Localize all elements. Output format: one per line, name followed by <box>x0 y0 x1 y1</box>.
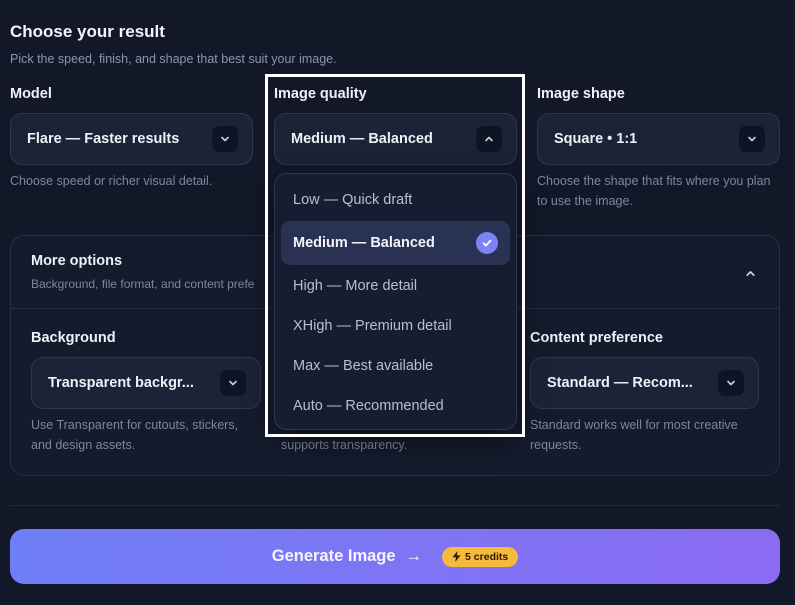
quality-label: Image quality <box>274 86 367 102</box>
model-label: Model <box>10 86 52 102</box>
arrow-right-icon: → <box>405 547 423 565</box>
credits-badge: 5 credits <box>442 546 519 567</box>
content-preference-value: Standard — Recom... <box>547 375 693 391</box>
more-options-subtitle: Background, file format, and content pre… <box>31 277 255 291</box>
chevron-down-icon <box>220 370 246 396</box>
quality-option-medium[interactable]: Medium — Balanced <box>281 221 510 265</box>
lightning-icon <box>452 551 461 562</box>
shape-select[interactable]: Square • 1:1 <box>537 113 780 165</box>
quality-option-low[interactable]: Low — Quick draft <box>281 180 510 220</box>
quality-option-auto[interactable]: Auto — Recommended <box>281 386 510 426</box>
content-preference-help-line2: requests. <box>530 438 582 452</box>
file-format-help-fragment: supports transparency. <box>281 438 408 452</box>
bottom-divider <box>10 505 780 506</box>
quality-option-high[interactable]: High — More detail <box>281 266 510 306</box>
more-options-title: More options <box>31 253 123 269</box>
content-preference-help-line1: Standard works well for most creative <box>530 418 738 432</box>
chevron-down-icon <box>739 126 765 152</box>
shape-help-line1: Choose the shape that fits where you pla… <box>537 174 771 188</box>
quality-option-xhigh[interactable]: XHigh — Premium detail <box>281 306 510 346</box>
chevron-up-icon <box>476 126 502 152</box>
quality-value: Medium — Balanced <box>291 131 433 147</box>
generate-image-label: Generate Image <box>271 547 396 565</box>
background-help-line1: Use Transparent for cutouts, stickers, <box>31 418 239 432</box>
chevron-down-icon <box>718 370 744 396</box>
quality-select[interactable]: Medium — Balanced <box>274 113 517 165</box>
background-help-line2: and design assets. <box>31 438 136 452</box>
generate-image-button[interactable]: Generate Image → 5 credits <box>10 529 780 584</box>
check-icon <box>476 232 498 254</box>
content-preference-label: Content preference <box>530 330 663 346</box>
background-label: Background <box>31 330 116 346</box>
shape-help-line2: to use the image. <box>537 194 633 208</box>
page-title: Choose your result <box>10 22 165 41</box>
collapse-chevron-up-icon[interactable] <box>740 263 760 283</box>
background-select[interactable]: Transparent backgr... <box>31 357 261 409</box>
chevron-down-icon <box>212 126 238 152</box>
quality-dropdown-menu: Low — Quick draft Medium — Balanced High… <box>274 173 517 430</box>
model-value: Flare — Faster results <box>27 131 180 147</box>
model-help: Choose speed or richer visual detail. <box>10 174 213 188</box>
credits-label: 5 credits <box>465 550 509 563</box>
model-select[interactable]: Flare — Faster results <box>10 113 253 165</box>
page-subtitle: Pick the speed, finish, and shape that b… <box>10 52 337 66</box>
shape-value: Square • 1:1 <box>554 131 638 147</box>
content-preference-select[interactable]: Standard — Recom... <box>530 357 759 409</box>
quality-option-max[interactable]: Max — Best available <box>281 346 510 386</box>
shape-label: Image shape <box>537 86 625 102</box>
background-value: Transparent backgr... <box>48 375 194 391</box>
